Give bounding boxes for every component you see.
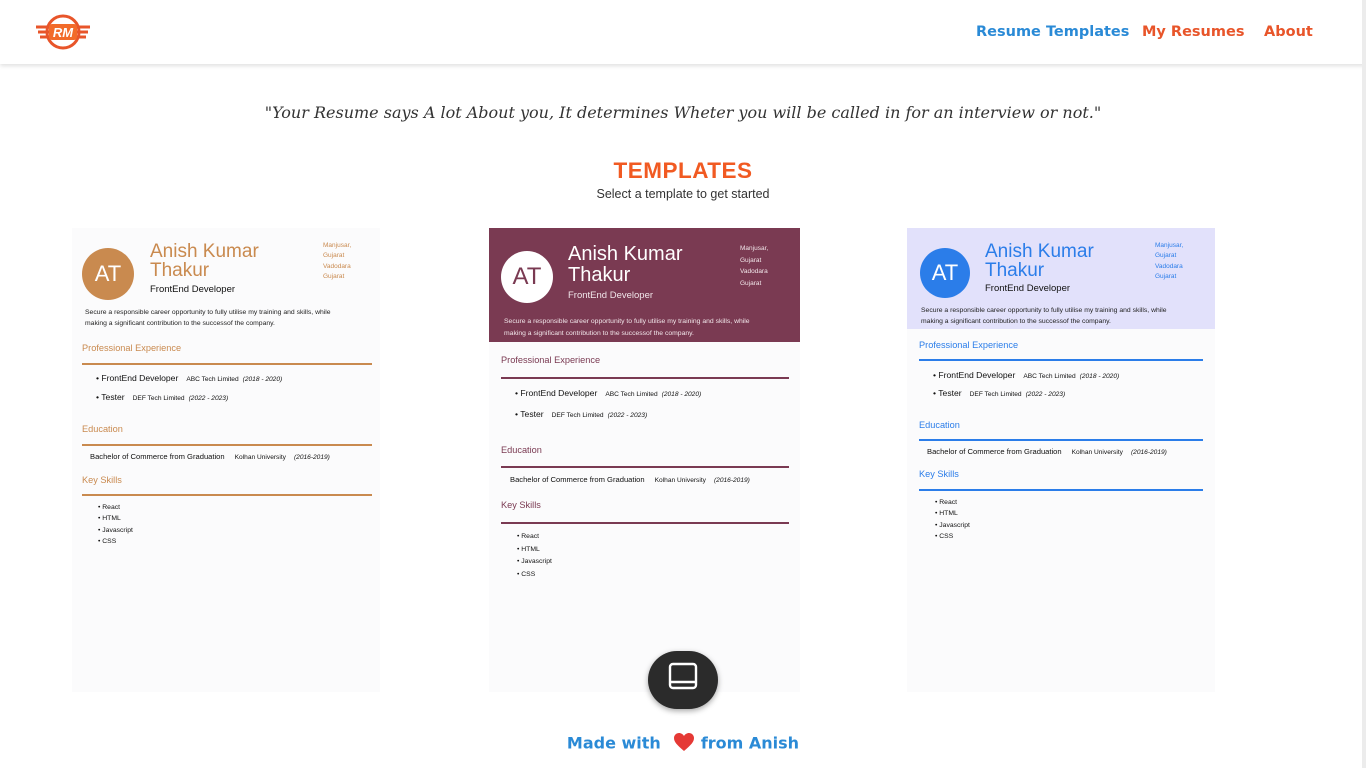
divider [501,377,789,379]
education-title: Education [82,424,123,434]
rm-logo-icon[interactable]: RM [34,13,92,51]
nav-about[interactable]: About [1264,24,1313,40]
divider [501,522,789,524]
resume-summary: Secure a responsible career opportunity … [921,307,1167,325]
made-with-text: Made with [566,733,661,753]
education-item: Bachelor of Commerce from Graduation Kolh… [510,475,750,484]
experience-item: • Tester DEF Tech Limited (2022 - 2023) [933,388,1066,398]
experience-title: Professional Experience [82,343,182,353]
divider [82,494,372,496]
avatar: AT [920,248,970,298]
resume-summary: Secure a responsible career opportunity … [85,309,331,327]
divider [82,444,372,446]
skills-list: • React • HTML • Javascript • CSS [935,499,970,541]
skills-list: • React • HTML • Javascript • CSS [517,533,552,578]
logo-text: RM [53,25,74,40]
education-item: Bachelor of Commerce from Graduation Kolh… [927,447,1167,456]
divider [501,466,789,468]
skills-title: Key Skills [919,469,959,479]
laptop-icon [666,661,700,700]
resume-address: Manjusar, Gujarat Vadodara Gujarat [323,242,352,281]
divider [82,363,372,365]
template-card-1[interactable]: AT Anish Kumar Thakur FrontEnd Developer … [72,228,380,692]
experience-item: • Tester DEF Tech Limited (2022 - 2023) [96,392,229,402]
resume-role: FrontEnd Developer [985,283,1071,294]
experience-item: • Tester DEF Tech Limited (2022 - 2023) [515,409,648,419]
resume-name: Anish Kumar Thakur [150,241,259,281]
divider [919,359,1203,361]
nav-resume-templates[interactable]: Resume Templates [976,24,1129,40]
skills-list: • React • HTML • Javascript • CSS [98,504,133,546]
resume-summary: Secure a responsible career opportunity … [504,318,750,337]
resume-name: Anish Kumar Thakur [985,241,1094,281]
experience-item: • FrontEnd Developer ABC Tech Limited (201… [96,373,283,383]
section-title: TEMPLATES [613,158,753,183]
footer: Made with from Anish [0,732,1366,756]
heart-icon [673,732,695,756]
resume-role: FrontEnd Developer [150,284,236,295]
skills-title: Key Skills [82,475,122,485]
resume-role: FrontEnd Developer [568,290,654,301]
education-title: Education [501,445,542,455]
template-card-3[interactable]: AT Anish Kumar Thakur FrontEnd Developer … [907,228,1215,692]
top-navbar: RM Resume Templates My Resumes About [0,0,1366,64]
avatar: AT [82,248,134,300]
laptop-view-button[interactable] [648,651,718,709]
experience-title: Professional Experience [501,355,601,365]
divider [919,489,1203,491]
section-subtitle: Select a template to get started [596,187,770,201]
avatar: AT [501,251,553,303]
experience-item: • FrontEnd Developer ABC Tech Limited (201… [933,370,1120,380]
resume-name: Anish Kumar Thakur [568,243,683,286]
skills-title: Key Skills [501,500,541,510]
from-anish-text: from Anish [700,733,800,753]
experience-item: • FrontEnd Developer ABC Tech Limited (201… [515,388,702,398]
experience-title: Professional Experience [919,340,1019,350]
divider [919,439,1203,441]
nav-my-resumes[interactable]: My Resumes [1142,24,1244,40]
quote-text: "Your Resume says A lot About you, It de… [264,103,1102,122]
template-card-2[interactable]: AT Anish Kumar Thakur FrontEnd Developer … [489,228,800,692]
resume-address: Manjusar, Gujarat Vadodara Gujarat [740,245,769,287]
resume-address: Manjusar, Gujarat Vadodara Gujarat [1155,242,1184,281]
education-item: Bachelor of Commerce from Graduation Kolh… [90,452,330,461]
education-title: Education [919,420,960,430]
